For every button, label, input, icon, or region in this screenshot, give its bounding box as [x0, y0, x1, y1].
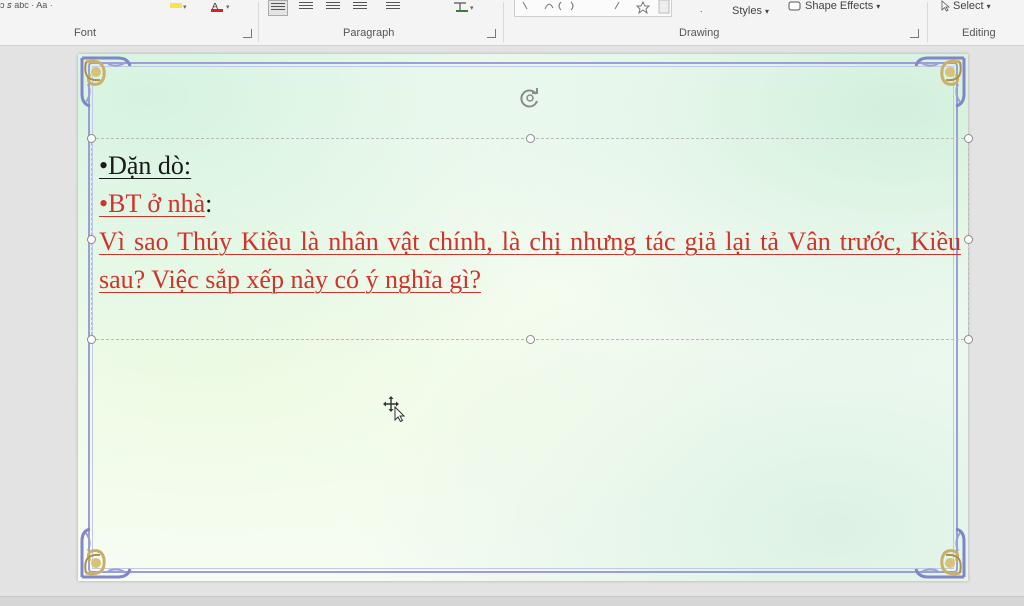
font-format-icons: ɔ 𝘴 abc · Aa · [0, 2, 53, 10]
divider [258, 2, 259, 42]
resize-handle-top-left[interactable] [87, 134, 96, 143]
chevron-down-icon: ▾ [986, 1, 991, 11]
resize-handle-top-right[interactable] [964, 134, 973, 143]
drawing-dialog-launcher-icon[interactable] [910, 29, 919, 38]
svg-text:▾: ▾ [226, 4, 230, 11]
drawing-group-label: Drawing [679, 27, 720, 39]
select-label: Select [953, 0, 984, 12]
divider [927, 2, 928, 42]
align-right-icon[interactable] [324, 0, 342, 14]
shape-effects-label: Shape Effects [805, 0, 874, 12]
arrange-button[interactable]: . [700, 0, 703, 18]
shapes-gallery[interactable] [514, 0, 672, 17]
corner-ornament-icon [80, 56, 132, 108]
chevron-down-icon: ▾ [876, 1, 881, 11]
select-button[interactable]: Select ▾ [940, 0, 991, 15]
font-group-label: Font [74, 27, 97, 39]
resize-handle-top[interactable] [526, 134, 535, 143]
styles-label: Styles [732, 5, 762, 17]
shape-effects-button[interactable]: Shape Effects ▾ [788, 0, 880, 15]
columns-icon[interactable] [384, 0, 402, 14]
selected-text-box[interactable]: •Dặn dò: •BT ở nhà: Vì sao Thúy Kiều là … [87, 134, 973, 344]
svg-text:ɔ 𝘴 abc · Aa ·: ɔ 𝘴 abc · Aa · [0, 2, 53, 10]
highlight-color-icon[interactable]: ▾ [168, 0, 190, 12]
justify-icon[interactable] [351, 0, 369, 14]
slide-canvas[interactable]: •Dặn dò: •BT ở nhà: Vì sao Thúy Kiều là … [0, 46, 1024, 596]
paragraph-dialog-launcher-icon[interactable] [487, 29, 496, 38]
resize-handle-right[interactable] [964, 235, 973, 244]
divider [503, 2, 504, 42]
svg-text:▾: ▾ [470, 5, 474, 12]
align-left-icon[interactable] [268, 0, 288, 16]
select-arrow-icon [941, 0, 950, 12]
text-direction-icon[interactable]: ▾ [452, 0, 482, 12]
resize-handle-left[interactable] [87, 235, 96, 244]
move-cursor-icon [383, 396, 406, 422]
quick-styles-button[interactable]: Styles ▾ [732, 2, 769, 20]
svg-text:▾: ▾ [183, 4, 187, 11]
homework-heading: •Dặn dò: [99, 151, 192, 180]
chevron-down-icon: ▾ [764, 6, 769, 16]
ribbon: ɔ 𝘴 abc · Aa · ▾ A ▾ Font ▾ Paragraph . S… [0, 0, 1024, 46]
rotate-handle-icon[interactable] [518, 86, 542, 110]
editing-group-label: Editing [962, 27, 996, 39]
font-color-icon[interactable]: A ▾ [210, 0, 240, 12]
homework-question: Vì sao Thúy Kiều là nhân vật chính, là c… [99, 227, 961, 294]
shapes-gallery-icons [522, 0, 670, 15]
corner-ornament-icon [914, 56, 966, 108]
align-center-icon[interactable] [297, 0, 315, 14]
corner-ornament-icon [80, 527, 132, 579]
slide[interactable]: •Dặn dò: •BT ở nhà: Vì sao Thúy Kiều là … [78, 54, 973, 581]
resize-handle-bottom-left[interactable] [87, 335, 96, 344]
corner-ornament-icon [914, 527, 966, 579]
shape-effects-icon [788, 1, 801, 11]
font-tools[interactable]: ɔ 𝘴 abc · Aa · [0, 0, 120, 18]
font-dialog-launcher-icon[interactable] [243, 29, 252, 38]
resize-handle-bottom[interactable] [526, 335, 535, 344]
paragraph-group-label: Paragraph [343, 27, 395, 39]
homework-subheading: •BT ở nhà: [99, 189, 213, 218]
text-box-content[interactable]: •Dặn dò: •BT ở nhà: Vì sao Thúy Kiều là … [99, 147, 961, 299]
resize-handle-bottom-right[interactable] [964, 335, 973, 344]
